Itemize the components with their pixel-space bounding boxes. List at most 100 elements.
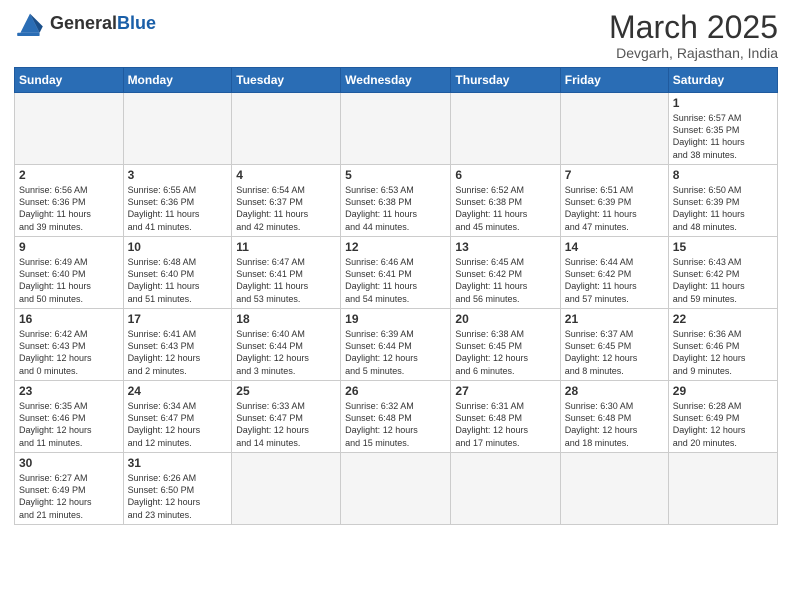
day-number: 21 — [565, 312, 664, 326]
day-info: Sunrise: 6:31 AMSunset: 6:48 PMDaylight:… — [455, 400, 555, 449]
day-number: 23 — [19, 384, 119, 398]
day-number: 30 — [19, 456, 119, 470]
day-info: Sunrise: 6:54 AMSunset: 6:37 PMDaylight:… — [236, 184, 336, 233]
calendar-cell: 27 Sunrise: 6:31 AMSunset: 6:48 PMDayligh… — [451, 381, 560, 453]
calendar-cell: 6Sunrise: 6:52 AMSunset: 6:38 PMDaylight… — [451, 165, 560, 237]
subtitle: Devgarh, Rajasthan, India — [609, 45, 778, 61]
day-header-sunday: Sunday — [15, 68, 124, 93]
day-info: Sunrise: 6:30 AMSunset: 6:48 PMDaylight:… — [565, 400, 664, 449]
calendar-cell: 17 Sunrise: 6:41 AMSunset: 6:43 PMDayligh… — [123, 309, 232, 381]
calendar-cell — [123, 93, 232, 165]
calendar-cell: 30 Sunrise: 6:27 AMSunset: 6:49 PMDayligh… — [15, 453, 124, 525]
calendar-cell: 13 Sunrise: 6:45 AMSunset: 6:42 PMDayligh… — [451, 237, 560, 309]
header: GeneralBlue March 2025 Devgarh, Rajastha… — [14, 10, 778, 61]
calendar-cell: 4Sunrise: 6:54 AMSunset: 6:37 PMDaylight… — [232, 165, 341, 237]
calendar-cell: 16Sunrise: 6:42 AMSunset: 6:43 PMDayligh… — [15, 309, 124, 381]
calendar-cell: 14Sunrise: 6:44 AMSunset: 6:42 PMDayligh… — [560, 237, 668, 309]
day-info: Sunrise: 6:48 AMSunset: 6:40 PMDaylight:… — [128, 256, 228, 305]
day-info: Sunrise: 6:55 AMSunset: 6:36 PMDaylight:… — [128, 184, 228, 233]
day-info: Sunrise: 6:33 AMSunset: 6:47 PMDaylight:… — [236, 400, 336, 449]
logo-text: GeneralBlue — [50, 14, 156, 34]
calendar-header-row: SundayMondayTuesdayWednesdayThursdayFrid… — [15, 68, 778, 93]
calendar-cell: 2 Sunrise: 6:56 AMSunset: 6:36 PMDaylight… — [15, 165, 124, 237]
calendar-cell: 15 Sunrise: 6:43 AMSunset: 6:42 PMDayligh… — [668, 237, 777, 309]
day-number: 3 — [128, 168, 228, 182]
calendar-week-5: 23 Sunrise: 6:35 AMSunset: 6:46 PMDayligh… — [15, 381, 778, 453]
calendar-week-2: 2 Sunrise: 6:56 AMSunset: 6:36 PMDaylight… — [15, 165, 778, 237]
day-info: Sunrise: 6:32 AMSunset: 6:48 PMDaylight:… — [345, 400, 446, 449]
calendar-cell: 25 Sunrise: 6:33 AMSunset: 6:47 PMDayligh… — [232, 381, 341, 453]
calendar-cell: 3 Sunrise: 6:55 AMSunset: 6:36 PMDaylight… — [123, 165, 232, 237]
day-info: Sunrise: 6:41 AMSunset: 6:43 PMDaylight:… — [128, 328, 228, 377]
calendar-week-3: 9 Sunrise: 6:49 AMSunset: 6:40 PMDaylight… — [15, 237, 778, 309]
day-info: Sunrise: 6:43 AMSunset: 6:42 PMDaylight:… — [673, 256, 773, 305]
day-number: 22 — [673, 312, 773, 326]
calendar-cell: 24 Sunrise: 6:34 AMSunset: 6:47 PMDayligh… — [123, 381, 232, 453]
day-number: 5 — [345, 168, 446, 182]
calendar-cell: 5 Sunrise: 6:53 AMSunset: 6:38 PMDaylight… — [341, 165, 451, 237]
day-info: Sunrise: 6:53 AMSunset: 6:38 PMDaylight:… — [345, 184, 446, 233]
day-info: Sunrise: 6:35 AMSunset: 6:46 PMDaylight:… — [19, 400, 119, 449]
calendar-cell: 8Sunrise: 6:50 AMSunset: 6:39 PMDaylight… — [668, 165, 777, 237]
calendar-table: SundayMondayTuesdayWednesdayThursdayFrid… — [14, 67, 778, 525]
calendar-cell — [15, 93, 124, 165]
day-info: Sunrise: 6:38 AMSunset: 6:45 PMDaylight:… — [455, 328, 555, 377]
day-header-saturday: Saturday — [668, 68, 777, 93]
day-number: 19 — [345, 312, 446, 326]
day-number: 13 — [455, 240, 555, 254]
day-number: 25 — [236, 384, 336, 398]
calendar-cell: 31Sunrise: 6:26 AMSunset: 6:50 PMDayligh… — [123, 453, 232, 525]
day-info: Sunrise: 6:39 AMSunset: 6:44 PMDaylight:… — [345, 328, 446, 377]
calendar-cell: 11Sunrise: 6:47 AMSunset: 6:41 PMDayligh… — [232, 237, 341, 309]
logo-icon — [14, 10, 46, 38]
page: GeneralBlue March 2025 Devgarh, Rajastha… — [0, 0, 792, 612]
day-info: Sunrise: 6:28 AMSunset: 6:49 PMDaylight:… — [673, 400, 773, 449]
day-number: 27 — [455, 384, 555, 398]
calendar-cell: 21 Sunrise: 6:37 AMSunset: 6:45 PMDayligh… — [560, 309, 668, 381]
day-number: 24 — [128, 384, 228, 398]
calendar-cell — [341, 453, 451, 525]
day-number: 17 — [128, 312, 228, 326]
day-header-monday: Monday — [123, 68, 232, 93]
day-info: Sunrise: 6:47 AMSunset: 6:41 PMDaylight:… — [236, 256, 336, 305]
calendar-cell: 7Sunrise: 6:51 AMSunset: 6:39 PMDaylight… — [560, 165, 668, 237]
day-number: 9 — [19, 240, 119, 254]
day-number: 2 — [19, 168, 119, 182]
calendar-cell: 22 Sunrise: 6:36 AMSunset: 6:46 PMDayligh… — [668, 309, 777, 381]
day-header-thursday: Thursday — [451, 68, 560, 93]
day-number: 1 — [673, 96, 773, 110]
day-info: Sunrise: 6:34 AMSunset: 6:47 PMDaylight:… — [128, 400, 228, 449]
day-info: Sunrise: 6:56 AMSunset: 6:36 PMDaylight:… — [19, 184, 119, 233]
main-title: March 2025 — [609, 10, 778, 45]
calendar-cell — [560, 453, 668, 525]
day-info: Sunrise: 6:50 AMSunset: 6:39 PMDaylight:… — [673, 184, 773, 233]
day-number: 10 — [128, 240, 228, 254]
day-number: 7 — [565, 168, 664, 182]
calendar-cell: 28 Sunrise: 6:30 AMSunset: 6:48 PMDayligh… — [560, 381, 668, 453]
day-number: 29 — [673, 384, 773, 398]
day-number: 18 — [236, 312, 336, 326]
day-info: Sunrise: 6:37 AMSunset: 6:45 PMDaylight:… — [565, 328, 664, 377]
day-header-tuesday: Tuesday — [232, 68, 341, 93]
day-info: Sunrise: 6:44 AMSunset: 6:42 PMDaylight:… — [565, 256, 664, 305]
day-number: 28 — [565, 384, 664, 398]
calendar-cell: 10 Sunrise: 6:48 AMSunset: 6:40 PMDayligh… — [123, 237, 232, 309]
calendar-cell — [451, 93, 560, 165]
calendar-cell — [451, 453, 560, 525]
calendar-cell: 23 Sunrise: 6:35 AMSunset: 6:46 PMDayligh… — [15, 381, 124, 453]
day-info: Sunrise: 6:49 AMSunset: 6:40 PMDaylight:… — [19, 256, 119, 305]
day-info: Sunrise: 6:40 AMSunset: 6:44 PMDaylight:… — [236, 328, 336, 377]
day-info: Sunrise: 6:36 AMSunset: 6:46 PMDaylight:… — [673, 328, 773, 377]
calendar-cell — [232, 93, 341, 165]
day-number: 20 — [455, 312, 555, 326]
day-number: 15 — [673, 240, 773, 254]
day-info: Sunrise: 6:27 AMSunset: 6:49 PMDaylight:… — [19, 472, 119, 521]
calendar-cell: 9 Sunrise: 6:49 AMSunset: 6:40 PMDaylight… — [15, 237, 124, 309]
day-info: Sunrise: 6:45 AMSunset: 6:42 PMDaylight:… — [455, 256, 555, 305]
calendar-cell: 18 Sunrise: 6:40 AMSunset: 6:44 PMDayligh… — [232, 309, 341, 381]
day-number: 12 — [345, 240, 446, 254]
calendar-cell: 26Sunrise: 6:32 AMSunset: 6:48 PMDayligh… — [341, 381, 451, 453]
day-header-wednesday: Wednesday — [341, 68, 451, 93]
logo: GeneralBlue — [14, 10, 156, 38]
day-number: 31 — [128, 456, 228, 470]
